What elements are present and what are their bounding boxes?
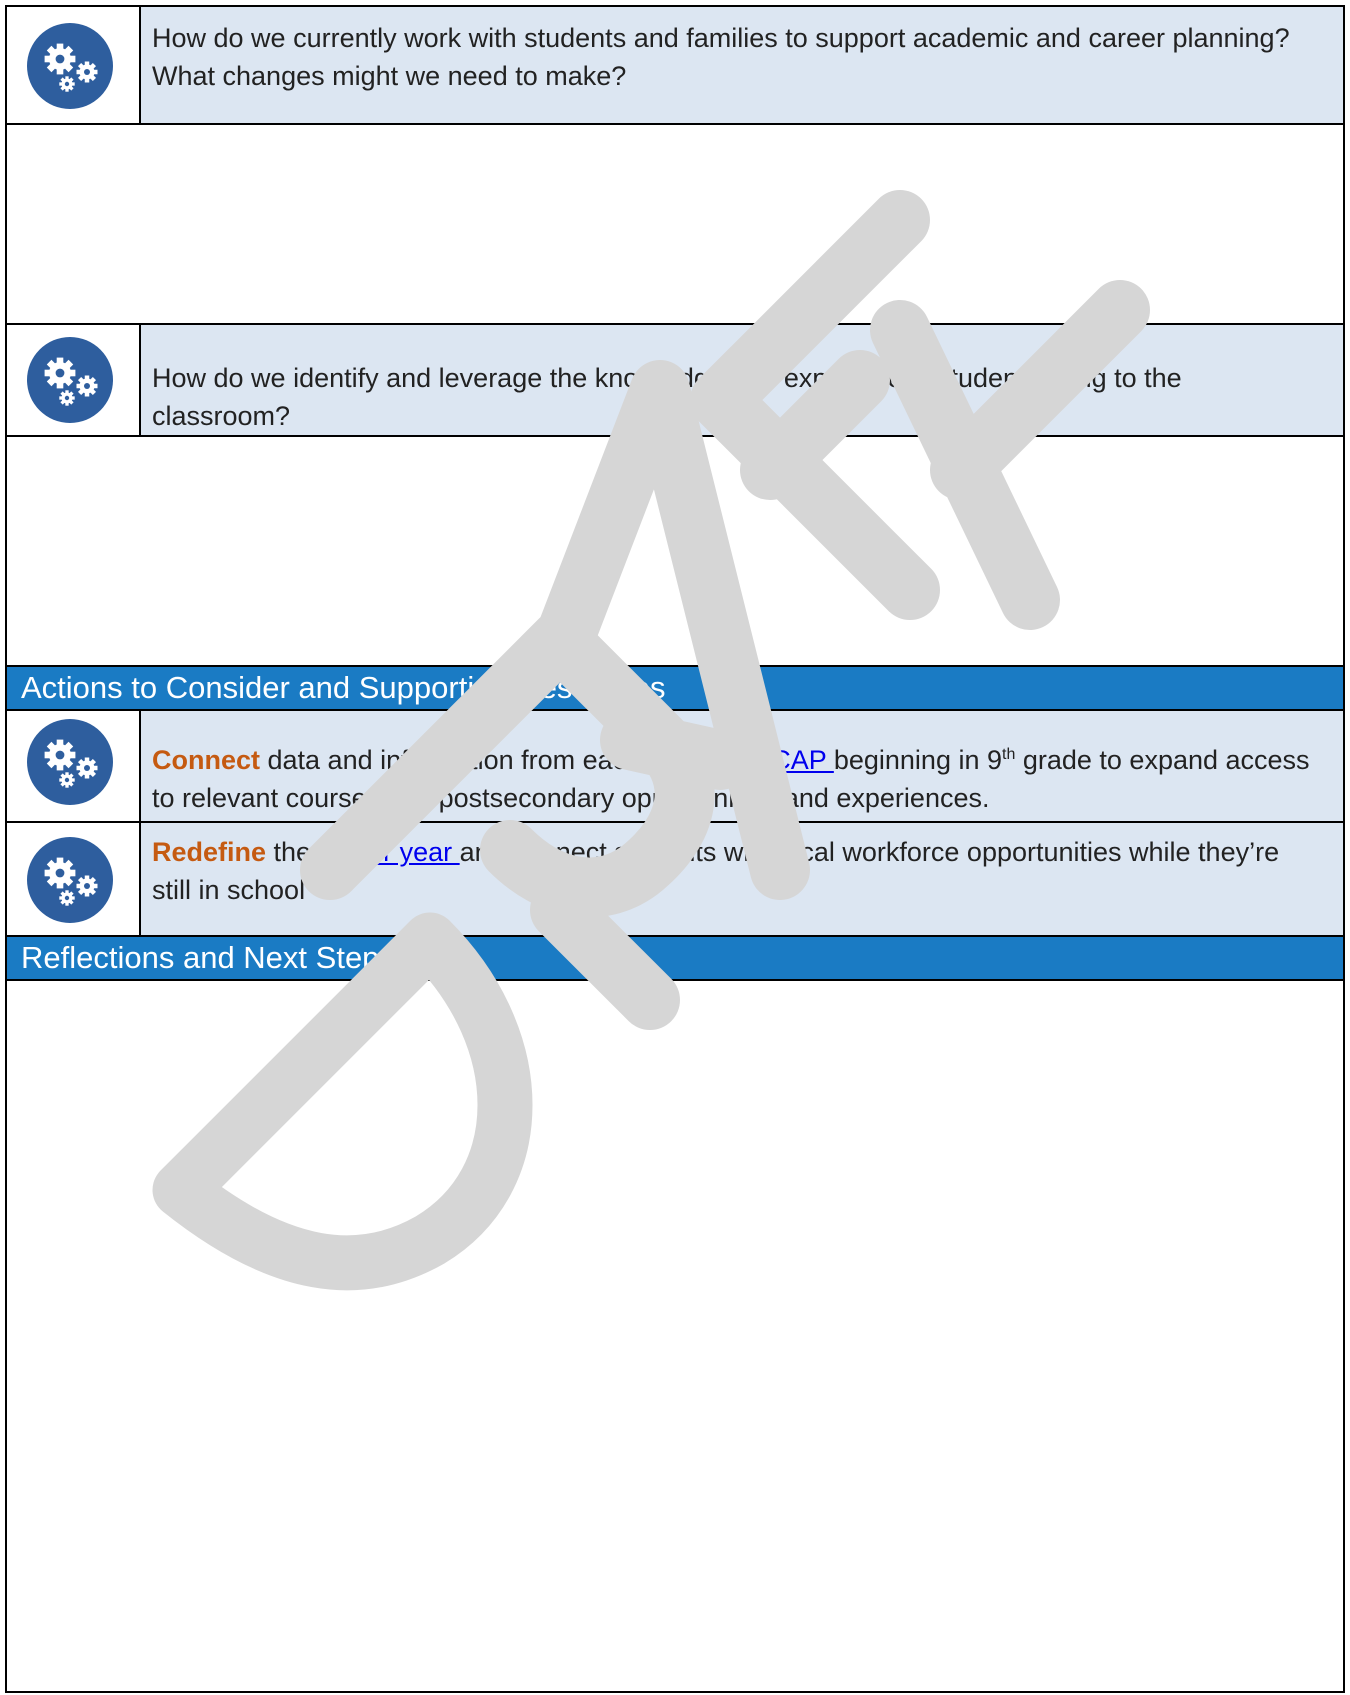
gears-icon — [27, 837, 113, 923]
reflections-header: Reflections and Next Steps — [7, 935, 1343, 979]
bottom-border — [7, 1691, 1343, 1693]
student-icap-link[interactable]: student’s ICAP — [649, 745, 834, 775]
action-text: Connect data and information from each s… — [152, 741, 1323, 817]
action-text: Redefine the senior year and connect stu… — [152, 833, 1323, 909]
question-text: How do we identify and leverage the know… — [152, 363, 1182, 431]
icon-cell — [7, 823, 141, 935]
gears-icon — [27, 719, 113, 805]
answer-area-1[interactable] — [7, 123, 1343, 323]
actions-header: Actions to Consider and Supporting Resou… — [7, 665, 1343, 709]
action-text-part: beginning in 9 — [833, 745, 1002, 775]
question-row-1: How do we currently work with students a… — [7, 5, 1343, 123]
gears-icon — [27, 337, 113, 423]
answer-area-2[interactable] — [7, 435, 1343, 665]
senior-year-link[interactable]: senior year — [319, 837, 460, 867]
actions-header-title: Actions to Consider and Supporting Resou… — [21, 670, 666, 705]
icon-cell — [7, 711, 141, 821]
action-row-2: Redefine the senior year and connect stu… — [7, 821, 1343, 935]
reflections-area[interactable] — [7, 979, 1343, 1693]
action-row-1: Connect data and information from each s… — [7, 709, 1343, 821]
action-text-part: the — [266, 837, 319, 867]
action-keyword: Connect — [152, 745, 260, 775]
gears-icon — [27, 23, 113, 109]
icon-cell — [7, 325, 141, 435]
action-text-part: data and information from each — [260, 745, 649, 775]
icon-cell — [7, 7, 141, 123]
question-text: How do we currently work with students a… — [152, 23, 1290, 91]
reflections-header-title: Reflections and Next Steps — [21, 940, 395, 975]
document-body: How do we currently work with students a… — [5, 5, 1345, 1693]
action-keyword: Redefine — [152, 837, 267, 867]
ordinal-suffix: th — [1002, 746, 1016, 763]
question-row-2: How do we identify and leverage the know… — [7, 323, 1343, 435]
